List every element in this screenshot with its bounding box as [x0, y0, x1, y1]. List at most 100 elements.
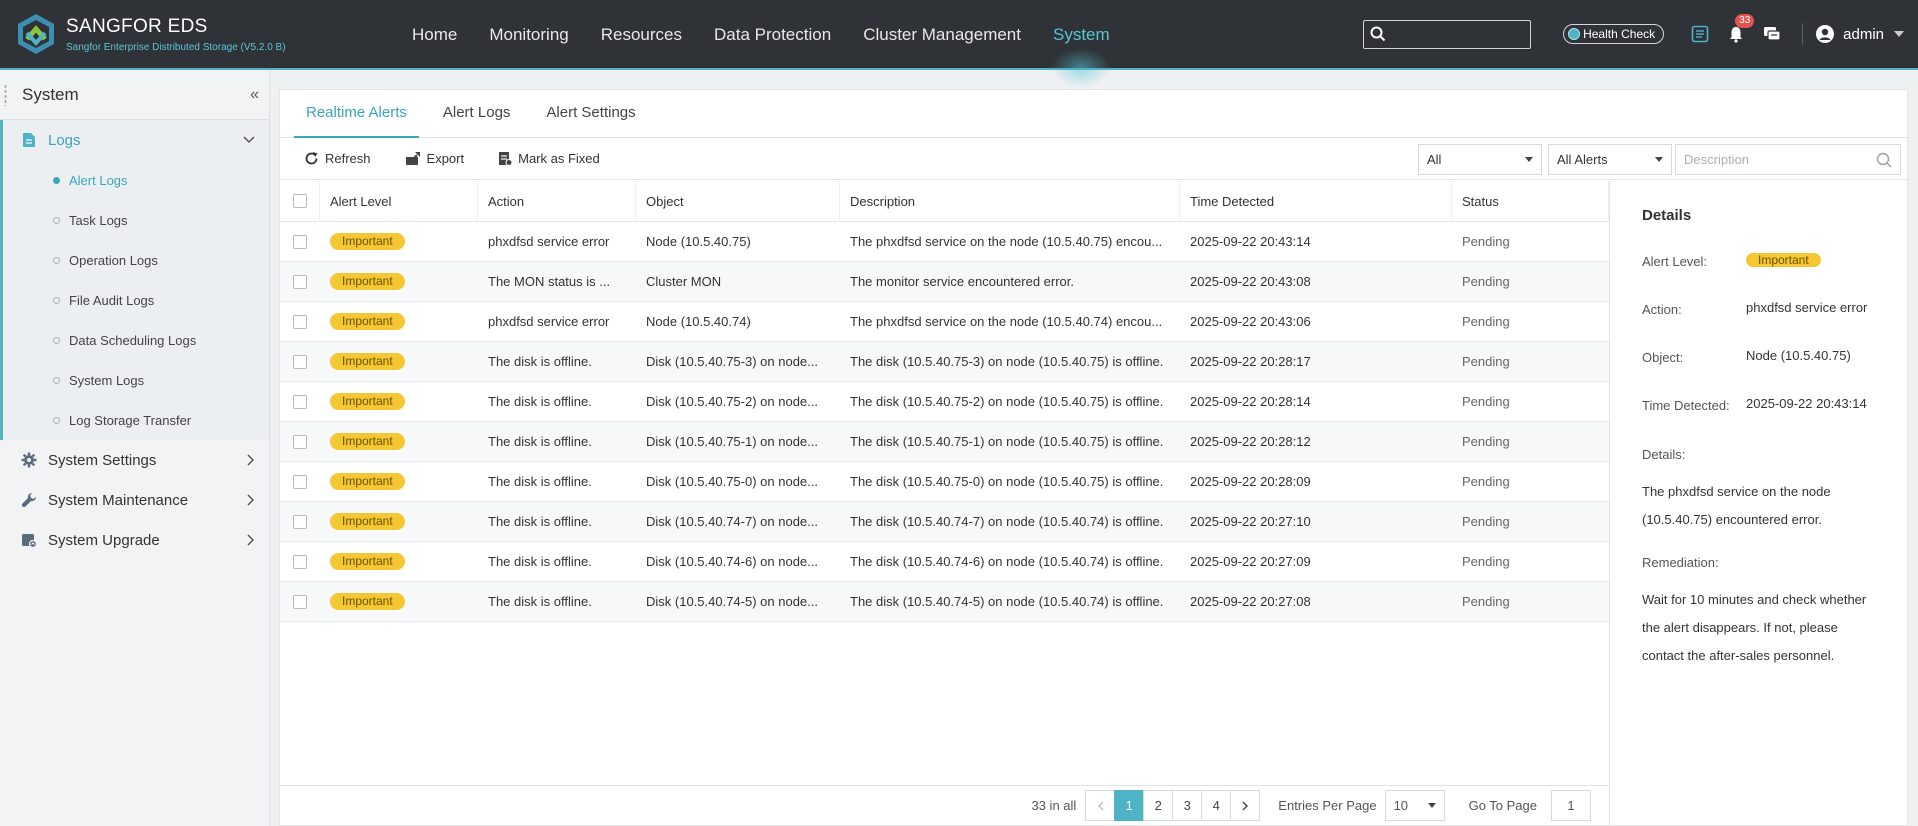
- table-row[interactable]: Important The disk is offline. Disk (10.5.…: [280, 382, 1609, 422]
- table-row[interactable]: Important The disk is offline. Disk (10.5.…: [280, 542, 1609, 582]
- row-checkbox[interactable]: [293, 354, 307, 369]
- refresh-button[interactable]: Refresh: [294, 151, 381, 166]
- sidebar-group-system-maintenance-toggle[interactable]: System Maintenance: [0, 480, 269, 520]
- scope-filter-select[interactable]: All: [1418, 144, 1542, 175]
- table-row[interactable]: Important The disk is offline. Disk (10.5.…: [280, 582, 1609, 622]
- refresh-icon: [305, 152, 318, 165]
- search-icon[interactable]: [1876, 152, 1892, 168]
- export-icon: [405, 152, 420, 165]
- alert-type-filter-select[interactable]: All Alerts: [1548, 144, 1672, 175]
- row-checkbox[interactable]: [293, 514, 307, 529]
- sidebar-item-alert-logs[interactable]: Alert Logs: [3, 160, 269, 200]
- table-row[interactable]: Important The disk is offline. Disk (10.5.…: [280, 502, 1609, 542]
- nav-resources[interactable]: Resources: [585, 0, 698, 68]
- cell-object: Node (10.5.40.74): [646, 314, 751, 329]
- messages-icon[interactable]: [1761, 23, 1783, 45]
- tab-alert-logs[interactable]: Alert Logs: [431, 89, 523, 137]
- drag-handle-icon[interactable]: [4, 84, 7, 106]
- tab-alert-settings[interactable]: Alert Settings: [534, 89, 647, 137]
- row-checkbox[interactable]: [293, 314, 307, 329]
- table-row[interactable]: Important The disk is offline. Disk (10.5.…: [280, 342, 1609, 382]
- bullet-icon: [53, 296, 60, 304]
- tab-realtime-alerts[interactable]: Realtime Alerts: [294, 89, 419, 138]
- brand[interactable]: SANGFOR EDS Sangfor Enterprise Distribut…: [14, 12, 374, 56]
- page-button-1[interactable]: 1: [1114, 790, 1145, 821]
- health-check-button[interactable]: Health Check: [1563, 24, 1665, 44]
- sidebar-group-system-upgrade-toggle[interactable]: System Upgrade: [0, 520, 269, 560]
- column-header-time-detected[interactable]: Time Detected: [1180, 181, 1452, 221]
- next-page-button[interactable]: [1230, 790, 1261, 821]
- table-row[interactable]: Important phxdfsd service error Node (10.5…: [280, 302, 1609, 342]
- tab-bar: Realtime Alerts Alert Logs Alert Setting…: [280, 90, 1907, 138]
- collapse-sidebar-icon[interactable]: «: [250, 86, 259, 104]
- nav-system[interactable]: System: [1037, 0, 1126, 88]
- cell-description: The phxdfsd service on the node (10.5.40…: [850, 314, 1163, 329]
- row-checkbox[interactable]: [293, 474, 307, 489]
- go-to-page-input[interactable]: 1: [1551, 790, 1591, 821]
- page-button-3[interactable]: 3: [1172, 790, 1203, 821]
- task-list-icon[interactable]: [1689, 23, 1711, 45]
- entries-per-page-select[interactable]: 10: [1384, 790, 1445, 821]
- table-row[interactable]: Important The disk is offline. Disk (10.5.…: [280, 422, 1609, 462]
- sidebar-item-file-audit-logs[interactable]: File Audit Logs: [3, 280, 269, 320]
- table-row[interactable]: Important The MON status is ... Cluster MO…: [280, 262, 1609, 302]
- row-checkbox[interactable]: [293, 594, 307, 609]
- chevron-left-icon: [1097, 801, 1104, 810]
- mark-as-fixed-label: Mark as Fixed: [518, 151, 600, 166]
- cell-action: The disk is offline.: [488, 394, 592, 409]
- nav-data-protection[interactable]: Data Protection: [698, 0, 847, 68]
- column-header-object[interactable]: Object: [636, 181, 840, 221]
- mark-as-fixed-button[interactable]: Mark as Fixed: [488, 151, 610, 166]
- column-header-description[interactable]: Description: [840, 181, 1180, 221]
- sidebar-item-label: File Audit Logs: [69, 292, 155, 308]
- prev-page-button[interactable]: [1085, 790, 1116, 821]
- user-menu[interactable]: admin: [1815, 24, 1904, 44]
- nav-home[interactable]: Home: [396, 0, 473, 68]
- details-remediation-text: Wait for 10 minutes and check whether th…: [1642, 592, 1867, 663]
- cell-level: Important: [320, 462, 478, 501]
- sidebar-group-logs-toggle[interactable]: Logs: [3, 120, 269, 160]
- cell-action: phxdfsd service error: [488, 314, 610, 329]
- column-header-action[interactable]: Action: [478, 181, 636, 221]
- divider: [1802, 23, 1804, 45]
- notification-bell-icon[interactable]: 33: [1725, 14, 1755, 45]
- sidebar-group-system-settings-toggle[interactable]: System Settings: [0, 440, 269, 480]
- row-checkbox[interactable]: [293, 554, 307, 569]
- nav-cluster-management[interactable]: Cluster Management: [847, 0, 1037, 68]
- cell-object: Cluster MON: [646, 274, 722, 289]
- row-checkbox[interactable]: [293, 234, 307, 249]
- page-button-4[interactable]: 4: [1201, 790, 1232, 821]
- details-details-text: The phxdfsd service on the node (10.5.40…: [1642, 484, 1831, 527]
- sidebar-item-operation-logs[interactable]: Operation Logs: [3, 240, 269, 280]
- nav-monitoring[interactable]: Monitoring: [473, 0, 584, 68]
- table-row[interactable]: Important The disk is offline. Disk (10.5.…: [280, 462, 1609, 502]
- top-bar-accent-line: [0, 68, 1918, 70]
- cell-description: The disk (10.5.40.74-7) on node (10.5.40…: [850, 514, 1164, 529]
- cell-action: The disk is offline.: [488, 434, 592, 449]
- description-search-input[interactable]: [1684, 152, 1864, 167]
- cell-time: 2025-09-22 20:28:17: [1190, 354, 1311, 369]
- cell-object: Disk (10.5.40.74-7) on node...: [646, 514, 818, 529]
- column-header-alert-level[interactable]: Alert Level: [320, 181, 478, 221]
- select-all-checkbox[interactable]: [292, 194, 307, 208]
- row-select-cell: [280, 262, 320, 301]
- chevron-right-icon: [247, 494, 255, 506]
- health-check-label: Health Check: [1583, 27, 1656, 41]
- sidebar-item-log-storage-transfer[interactable]: Log Storage Transfer: [3, 400, 269, 440]
- sidebar-item-task-logs[interactable]: Task Logs: [3, 200, 269, 240]
- table-row[interactable]: Important phxdfsd service error Node (10.5…: [280, 222, 1609, 262]
- global-search-input[interactable]: [1363, 19, 1532, 49]
- sidebar-item-data-scheduling-logs[interactable]: Data Scheduling Logs: [3, 320, 269, 360]
- column-header-status[interactable]: Status: [1452, 181, 1609, 221]
- export-button[interactable]: Export: [395, 151, 475, 166]
- cell-object: Node (10.5.40.75): [646, 234, 751, 249]
- cell-action: The disk is offline.: [488, 514, 592, 529]
- cell-status: Pending: [1462, 234, 1510, 249]
- bullet-icon: [53, 416, 60, 424]
- entries-per-page-label: Entries Per Page: [1278, 798, 1377, 813]
- row-checkbox[interactable]: [293, 434, 307, 449]
- row-checkbox[interactable]: [293, 394, 307, 409]
- sidebar-item-system-logs[interactable]: System Logs: [3, 360, 269, 400]
- row-checkbox[interactable]: [293, 274, 307, 289]
- page-button-2[interactable]: 2: [1143, 790, 1174, 821]
